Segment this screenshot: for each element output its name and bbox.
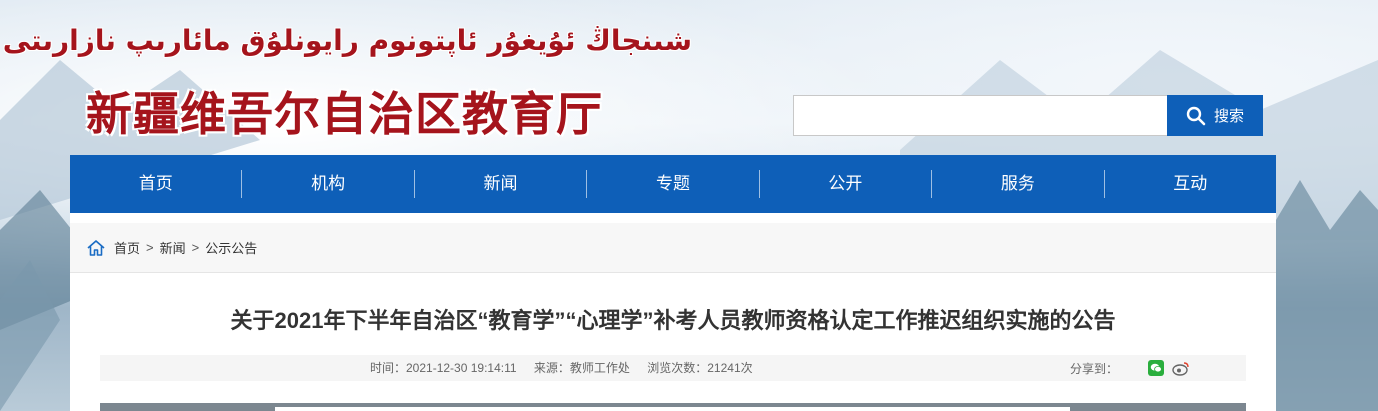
- breadcrumb: 首页 > 新闻 > 公示公告: [70, 223, 1276, 273]
- site-title-uyghur: شىنجاڭ ئۇيغۇر ئاپتونوم رايونلۇق مائارىپ …: [2, 24, 692, 57]
- article-meta-bar: 时间：2021-12-30 19:14:11 来源：教师工作处 浏览次数：212…: [100, 355, 1246, 381]
- share-bar: 分享到：: [1070, 355, 1190, 381]
- publish-time: 时间：2021-12-30 19:14:11: [370, 361, 517, 375]
- nav-item-topics[interactable]: 专题: [587, 155, 758, 213]
- view-count: 浏览次数：21241次: [647, 361, 753, 375]
- nav-item-news[interactable]: 新闻: [415, 155, 586, 213]
- article-meta: 时间：2021-12-30 19:14:11 来源：教师工作处 浏览次数：212…: [370, 355, 767, 381]
- nav-item-services[interactable]: 服务: [932, 155, 1103, 213]
- wechat-share-icon[interactable]: [1148, 360, 1165, 376]
- site-title-chinese: 新疆维吾尔自治区教育厅: [86, 87, 603, 141]
- search-input[interactable]: [793, 95, 1167, 136]
- nav-item-home[interactable]: 首页: [70, 155, 241, 213]
- search-button-label: 搜索: [1213, 108, 1244, 125]
- main-nav: 首页 机构 新闻 专题 公开 服务 互动: [70, 155, 1276, 213]
- weibo-share-icon[interactable]: [1172, 360, 1190, 376]
- nav-item-disclosure[interactable]: 公开: [760, 155, 931, 213]
- article-title: 关于2021年下半年自治区“教育学”“心理学”补考人员教师资格认定工作推迟组织实…: [230, 308, 1116, 333]
- content-panel: 首页 > 新闻 > 公示公告 关于2021年下半年自治区“教育学”“心理学”补考…: [70, 213, 1276, 411]
- breadcrumb-news[interactable]: 新闻: [160, 238, 186, 257]
- article-image-strip: [100, 403, 1246, 411]
- nav-item-organization[interactable]: 机构: [242, 155, 413, 213]
- search-button[interactable]: 搜索: [1167, 95, 1263, 136]
- breadcrumb-separator: >: [191, 240, 200, 255]
- search-box: 搜索: [793, 95, 1263, 136]
- nav-item-interaction[interactable]: 互动: [1105, 155, 1276, 213]
- article-image-edge: [275, 407, 1070, 411]
- breadcrumb-home[interactable]: 首页: [114, 238, 140, 257]
- article-source: 来源：教师工作处: [533, 361, 630, 375]
- site-header: شىنجاڭ ئۇيغۇر ئاپتونوم رايونلۇق مائارىپ …: [0, 0, 1378, 155]
- breadcrumb-separator: >: [146, 240, 154, 255]
- home-icon[interactable]: [86, 239, 106, 257]
- share-label: 分享到：: [1070, 361, 1119, 376]
- search-icon: [1186, 106, 1206, 125]
- breadcrumb-current[interactable]: 公示公告: [205, 238, 257, 257]
